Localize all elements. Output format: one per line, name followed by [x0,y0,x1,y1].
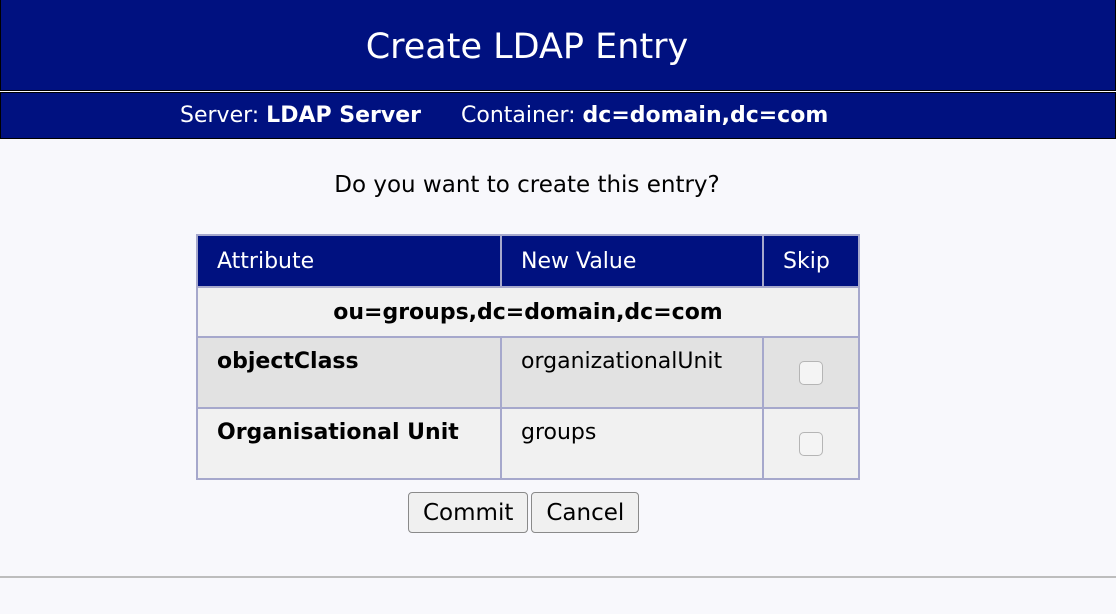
info-bar: Server: LDAP Server Container: dc=domain… [0,92,1116,139]
attribute-name: objectClass [196,336,502,409]
container-label: Container: [461,103,576,128]
column-header-skip: Skip [762,234,860,288]
server-value: LDAP Server [266,103,421,128]
confirm-question: Do you want to create this entry? [334,172,720,198]
skip-cell [762,336,860,409]
title-bar: Create LDAP Entry [0,0,1116,91]
skip-checkbox[interactable] [799,361,823,385]
table-row: Organisational Unit groups [196,407,860,480]
table-header-row: Attribute New Value Skip [196,234,860,288]
table-row: objectClass organizationalUnit [196,336,860,409]
footer-divider [0,576,1116,578]
action-buttons: Commit Cancel [408,492,640,533]
skip-cell [762,407,860,480]
container-value: dc=domain,dc=com [582,103,829,128]
attribute-value: groups [500,407,764,480]
column-header-attribute: Attribute [196,234,502,288]
skip-checkbox[interactable] [799,432,823,456]
entry-dn: ou=groups,dc=domain,dc=com [196,286,860,338]
attribute-name: Organisational Unit [196,407,502,480]
column-header-new-value: New Value [500,234,764,288]
dn-row: ou=groups,dc=domain,dc=com [196,286,860,338]
server-label: Server: [180,103,260,128]
cancel-button[interactable]: Cancel [531,492,640,533]
commit-button[interactable]: Commit [408,492,529,533]
page-title: Create LDAP Entry [365,27,689,67]
entry-table: Attribute New Value Skip ou=groups,dc=do… [196,234,860,480]
info-bar-content: Server: LDAP Server Container: dc=domain… [180,103,828,128]
attribute-value: organizationalUnit [500,336,764,409]
